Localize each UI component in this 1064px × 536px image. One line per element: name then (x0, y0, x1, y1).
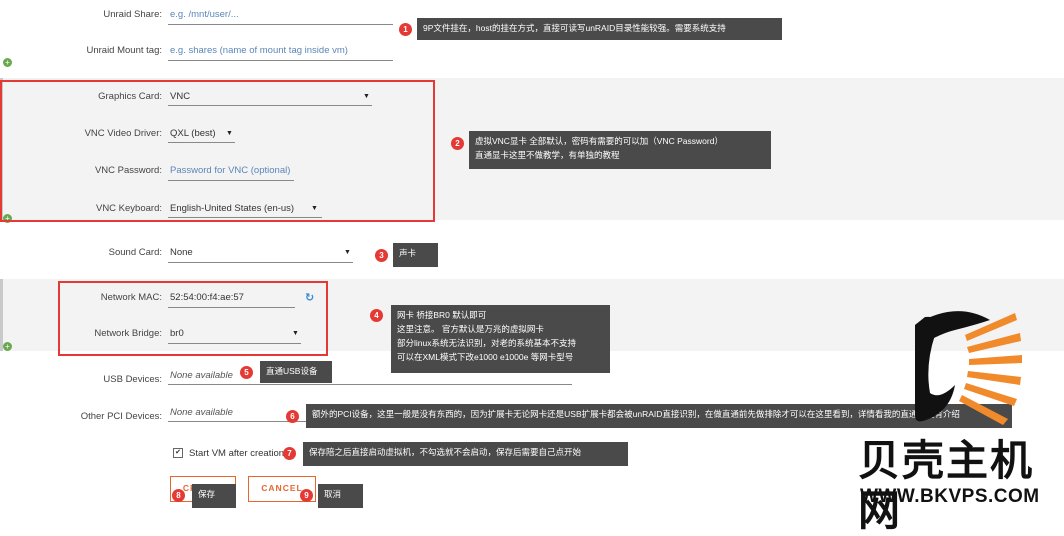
add-share-icon[interactable]: + (3, 58, 12, 67)
sound-card-select[interactable]: None (170, 247, 340, 258)
annotation-tooltip-3: 声卡 (393, 243, 438, 267)
annotation-tooltip-4-line1: 网卡 桥接BR0 默认即可 (397, 310, 487, 320)
sound-card-arrow-icon[interactable]: ▼ (344, 249, 351, 256)
annotation-tooltip-2-line2: 直通显卡这里不做教学，有单独的教程 (475, 150, 620, 160)
annotation-tooltip-1: 9P文件挂在，host的挂在方式，直接可读写unRAID目录性能较强。需要系统支… (417, 18, 782, 40)
unraid-mount-tag-input[interactable]: e.g. shares (name of mount tag inside vm… (170, 45, 395, 56)
watermark-url: WWW.BKVPS.COM (860, 486, 1040, 507)
sound-card-underline (168, 262, 353, 263)
annotation-tooltip-4-line4: 可以在XML模式下改e1000 e1000e 等网卡型号 (397, 352, 574, 362)
annotation-tooltip-8: 保存 (192, 484, 236, 508)
annotation-badge-3: 3 (375, 249, 388, 262)
annotation-tooltip-7: 保存陪之后直接启动虚拟机，不勾选就不会启动，保存后需要自己点开始 (303, 442, 628, 466)
unraid-share-label: Unraid Share: (103, 9, 162, 20)
network-section-bar (0, 279, 3, 351)
annotation-tooltip-9: 取消 (318, 484, 363, 508)
sound-card-label: Sound Card: (108, 247, 162, 258)
annotation-badge-8: 8 (172, 489, 185, 502)
annotation-badge-1: 1 (399, 23, 412, 36)
annotation-tooltip-5: 直通USB设备 (260, 361, 332, 383)
annotation-tooltip-2: 虚拟VNC显卡 全部默认，密码有需要的可以加（VNC Password） 直通显… (469, 131, 771, 169)
start-vm-label: Start VM after creation (189, 448, 285, 459)
network-highlight-box (58, 281, 328, 356)
unraid-share-input[interactable]: e.g. /mnt/user/... (170, 9, 390, 20)
bkvps-logo-icon (915, 311, 1022, 425)
usb-devices-underline (168, 384, 572, 385)
annotation-tooltip-2-line1: 虚拟VNC显卡 全部默认，密码有需要的可以加（VNC Password） (475, 136, 723, 146)
pci-devices-label: Other PCI Devices: (80, 411, 162, 422)
unraid-mount-tag-underline (168, 60, 393, 61)
annotation-badge-5: 5 (240, 366, 253, 379)
graphics-highlight-box (0, 80, 435, 222)
annotation-badge-4: 4 (370, 309, 383, 322)
start-vm-checkbox[interactable]: ✔ (173, 448, 183, 458)
usb-devices-label: USB Devices: (103, 374, 162, 385)
pci-devices-value: None available (170, 407, 233, 418)
add-network-icon[interactable]: + (3, 342, 12, 351)
annotation-badge-2: 2 (451, 137, 464, 150)
annotation-tooltip-4-line2: 这里注意。 官方默认是万兆的虚拟网卡 (397, 324, 544, 334)
annotation-badge-6: 6 (286, 410, 299, 423)
annotation-badge-7: 7 (283, 447, 296, 460)
annotation-tooltip-4: 网卡 桥接BR0 默认即可 这里注意。 官方默认是万兆的虚拟网卡 部分linux… (391, 305, 610, 373)
annotation-badge-9: 9 (300, 489, 313, 502)
unraid-mount-tag-label: Unraid Mount tag: (86, 45, 162, 56)
unraid-share-underline (168, 24, 393, 25)
annotation-tooltip-4-line3: 部分linux系统无法识别，对老的系统基本不支持 (397, 338, 576, 348)
